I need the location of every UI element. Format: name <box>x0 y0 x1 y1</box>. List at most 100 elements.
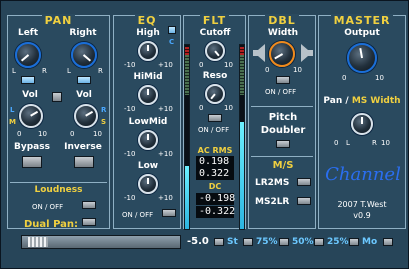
pan-ms-width-knob[interactable] <box>351 113 373 135</box>
width-max: 10 <box>293 66 302 74</box>
version-text: v0.9 <box>353 211 371 220</box>
pan-vol-right-zero: 0 <box>70 130 75 138</box>
dbl-onoff-toggle[interactable] <box>276 76 290 84</box>
reso-knob[interactable] <box>205 84 225 104</box>
eq-onoff-toggle[interactable] <box>162 209 176 217</box>
width-knob[interactable] <box>269 41 295 67</box>
credit-text: 2007 T.West <box>337 200 387 209</box>
ms2lr-label: MS2LR <box>255 197 290 207</box>
dc-right-readout: -0.322 <box>196 206 235 218</box>
eq-title: EQ <box>134 14 160 27</box>
pan-vol-left-ten: 10 <box>38 130 47 138</box>
eq-onoff-label: ON / OFF <box>122 211 154 219</box>
pan-right-link-button[interactable] <box>77 76 91 84</box>
lr2ms-label: LR2MS <box>255 178 290 188</box>
p25-button[interactable] <box>314 238 324 246</box>
cutoff-knob[interactable] <box>205 41 225 61</box>
reso-min: 0 <box>199 104 204 112</box>
eq-low-label: Low <box>137 161 159 171</box>
level-meter-left-fill <box>185 166 189 229</box>
stereo-slider-track[interactable] <box>21 235 181 249</box>
pan-left-link-button[interactable] <box>21 76 35 84</box>
lr2ms-button[interactable] <box>297 178 311 186</box>
eq-low-knob[interactable] <box>138 174 158 194</box>
flt-panel: FLT Cutoff 0 10 Reso 0 10 ON / OFF AC RM… <box>183 14 246 230</box>
dbl-separator-2 <box>251 156 313 157</box>
bottom-bar: -5.0 St 75% 50% 25% Mo <box>7 231 406 253</box>
pan-marker-l: L <box>10 106 15 114</box>
eq-lowmid-knob[interactable] <box>138 130 158 150</box>
pan-vol-left-knob[interactable] <box>19 104 43 128</box>
loudness-label: Loudness <box>34 185 83 195</box>
pan-vol-right-label: Vol <box>76 90 92 100</box>
p25-label: 25% <box>327 237 349 247</box>
pan-left-scale-l: L <box>12 67 16 75</box>
master-title: MASTER <box>330 14 394 27</box>
p50-label: 50% <box>292 237 314 247</box>
p75-button[interactable] <box>243 238 253 246</box>
pan-right-label: Right <box>69 28 97 38</box>
level-meter-right-fill <box>240 122 244 229</box>
eq-high-knob[interactable] <box>138 41 158 61</box>
output-max: 10 <box>375 74 384 82</box>
pan-left-knob[interactable] <box>15 42 41 68</box>
pan-title: PAN <box>41 14 76 27</box>
bypass-label: Bypass <box>14 142 50 152</box>
pan-right-scale-l: L <box>67 67 71 75</box>
dual-pan-toggle[interactable] <box>82 218 96 226</box>
dual-pan-label: Dual Pan: <box>24 219 79 230</box>
eq-himid-min: -10 <box>124 105 136 113</box>
p75-label: 75% <box>256 237 278 247</box>
pitch-doubler-toggle[interactable] <box>276 140 290 148</box>
level-meter-left <box>184 44 190 230</box>
width-label: Width <box>267 28 299 38</box>
loudness-onoff-label: ON / OFF <box>32 203 64 211</box>
reso-max: 10 <box>224 104 233 112</box>
flt-onoff-label: ON / OFF <box>198 126 230 134</box>
dbl-title: DBL <box>265 14 299 27</box>
dbl-separator-1 <box>251 106 313 107</box>
pan-marker-r: R <box>101 106 107 114</box>
pan-right-knob[interactable] <box>71 42 97 68</box>
p50-button[interactable] <box>279 238 289 246</box>
loudness-toggle[interactable] <box>82 201 96 209</box>
pan-separator <box>10 182 107 183</box>
pan-ms-label-b: MS Width <box>351 96 401 106</box>
mo-extra-button[interactable] <box>383 238 393 246</box>
eq-himid-knob[interactable] <box>138 85 158 105</box>
acrms-label: AC RMS <box>197 146 233 155</box>
pan-vol-link-button[interactable] <box>52 92 62 102</box>
st-button[interactable] <box>214 238 224 246</box>
output-knob[interactable] <box>347 43 377 73</box>
ms2lr-button[interactable] <box>297 197 311 205</box>
acrms-right-readout: 0.322 <box>196 168 234 180</box>
pan-marker-m: M <box>9 118 16 126</box>
pan-vol-right-knob[interactable] <box>74 104 98 128</box>
eq-lowmid-max: +10 <box>158 150 173 158</box>
width-min: 0 <box>265 66 270 74</box>
output-min: 0 <box>342 74 347 82</box>
mo-button[interactable] <box>349 238 359 246</box>
flt-onoff-toggle[interactable] <box>208 114 222 122</box>
pan-ms-max: 10 <box>381 139 390 147</box>
pan-marker-s: S <box>101 118 107 126</box>
dc-label: DC <box>208 182 222 191</box>
pan-ms-width-label: Pan / MS Width <box>319 96 405 106</box>
pan-ms-l: L <box>346 139 350 147</box>
eq-himid-max: +10 <box>158 105 173 113</box>
eq-high-min: -10 <box>124 61 136 69</box>
pan-vol-left-zero: 0 <box>17 130 22 138</box>
pan-left-scale-r: R <box>42 67 47 75</box>
width-right-speaker-icon <box>301 44 313 62</box>
dbl-onoff-label: ON / OFF <box>265 88 297 96</box>
output-label: Output <box>344 28 380 38</box>
width-left-speaker-icon <box>253 44 265 62</box>
bypass-button[interactable] <box>22 156 42 168</box>
pan-left-label: Left <box>17 28 39 38</box>
eq-c-label: C <box>169 38 175 46</box>
pan-vol-left-label: Vol <box>22 90 38 100</box>
eq-lowmid-min: -10 <box>124 150 136 158</box>
stereo-slider-handle[interactable] <box>28 237 48 247</box>
inverse-button[interactable] <box>74 156 94 168</box>
pan-panel: PAN Left Right L R L R Vol Vol L M R S 0… <box>7 14 110 230</box>
